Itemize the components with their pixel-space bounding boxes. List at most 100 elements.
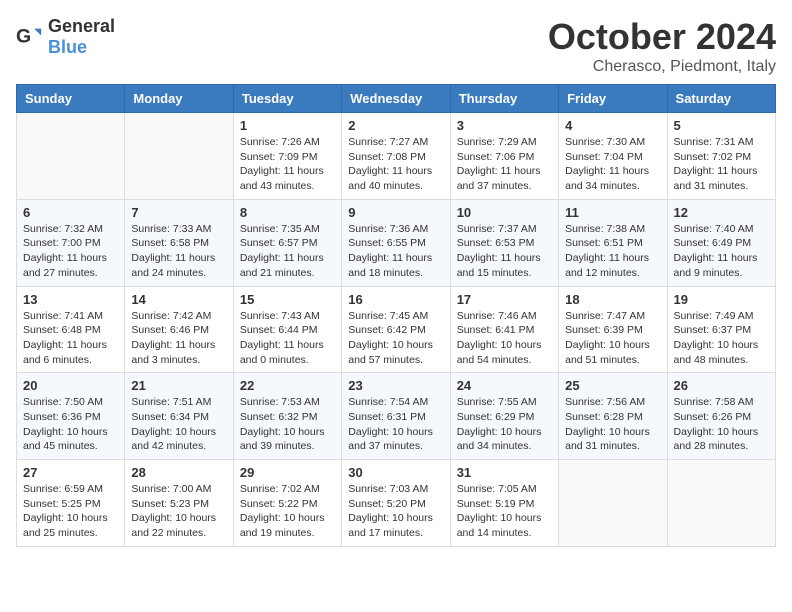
calendar-day-cell: 3 Sunrise: 7:29 AM Sunset: 7:06 PM Daylig… bbox=[450, 113, 558, 200]
day-number: 27 bbox=[23, 465, 118, 480]
calendar-day-cell: 20 Sunrise: 7:50 AM Sunset: 6:36 PM Dayli… bbox=[17, 373, 125, 460]
day-number: 20 bbox=[23, 378, 118, 393]
calendar-day-cell: 2 Sunrise: 7:27 AM Sunset: 7:08 PM Daylig… bbox=[342, 113, 450, 200]
day-info: Sunrise: 7:36 AM Sunset: 6:55 PM Dayligh… bbox=[348, 222, 443, 281]
day-info: Sunrise: 7:31 AM Sunset: 7:02 PM Dayligh… bbox=[674, 135, 769, 194]
day-info: Sunrise: 7:43 AM Sunset: 6:44 PM Dayligh… bbox=[240, 309, 335, 368]
day-number: 29 bbox=[240, 465, 335, 480]
day-number: 15 bbox=[240, 292, 335, 307]
day-info: Sunrise: 7:45 AM Sunset: 6:42 PM Dayligh… bbox=[348, 309, 443, 368]
weekday-header: Sunday bbox=[17, 85, 125, 113]
calendar-day-cell: 7Sunrise: 7:33 AM Sunset: 6:58 PM Daylig… bbox=[125, 199, 233, 286]
day-info: Sunrise: 7:49 AM Sunset: 6:37 PM Dayligh… bbox=[674, 309, 769, 368]
day-info: Sunrise: 7:29 AM Sunset: 7:06 PM Dayligh… bbox=[457, 135, 552, 194]
weekday-header: Saturday bbox=[667, 85, 775, 113]
day-info: Sunrise: 7:00 AM Sunset: 5:23 PM Dayligh… bbox=[131, 482, 226, 541]
calendar-day-cell: 30 Sunrise: 7:03 AM Sunset: 5:20 PM Dayli… bbox=[342, 460, 450, 547]
day-number: 26 bbox=[674, 378, 769, 393]
day-number: 13 bbox=[23, 292, 118, 307]
calendar-day-cell: 27Sunrise: 6:59 AM Sunset: 5:25 PM Dayli… bbox=[17, 460, 125, 547]
svg-text:G: G bbox=[16, 26, 31, 48]
calendar-day-cell bbox=[559, 460, 667, 547]
day-info: Sunrise: 7:32 AM Sunset: 7:00 PM Dayligh… bbox=[23, 222, 118, 281]
calendar-week-row: 20 Sunrise: 7:50 AM Sunset: 6:36 PM Dayli… bbox=[17, 373, 776, 460]
calendar-day-cell: 4Sunrise: 7:30 AM Sunset: 7:04 PM Daylig… bbox=[559, 113, 667, 200]
day-number: 22 bbox=[240, 378, 335, 393]
calendar-week-row: 1 Sunrise: 7:26 AM Sunset: 7:09 PM Daylig… bbox=[17, 113, 776, 200]
page-header: G General Blue October 2024 Cherasco, Pi… bbox=[16, 16, 776, 76]
calendar-day-cell: 28 Sunrise: 7:00 AM Sunset: 5:23 PM Dayli… bbox=[125, 460, 233, 547]
calendar-day-cell: 17 Sunrise: 7:46 AM Sunset: 6:41 PM Dayli… bbox=[450, 286, 558, 373]
calendar-day-cell: 24Sunrise: 7:55 AM Sunset: 6:29 PM Dayli… bbox=[450, 373, 558, 460]
day-number: 11 bbox=[565, 205, 660, 220]
calendar-day-cell: 25 Sunrise: 7:56 AM Sunset: 6:28 PM Dayli… bbox=[559, 373, 667, 460]
calendar-day-cell: 19 Sunrise: 7:49 AM Sunset: 6:37 PM Dayli… bbox=[667, 286, 775, 373]
day-info: Sunrise: 7:51 AM Sunset: 6:34 PM Dayligh… bbox=[131, 395, 226, 454]
day-number: 1 bbox=[240, 118, 335, 133]
title-section: October 2024 Cherasco, Piedmont, Italy bbox=[548, 16, 776, 76]
calendar-day-cell: 6 Sunrise: 7:32 AM Sunset: 7:00 PM Daylig… bbox=[17, 199, 125, 286]
logo-blue: Blue bbox=[48, 37, 87, 57]
day-info: Sunrise: 7:03 AM Sunset: 5:20 PM Dayligh… bbox=[348, 482, 443, 541]
calendar-day-cell: 14Sunrise: 7:42 AM Sunset: 6:46 PM Dayli… bbox=[125, 286, 233, 373]
weekday-header: Monday bbox=[125, 85, 233, 113]
calendar-day-cell: 11 Sunrise: 7:38 AM Sunset: 6:51 PM Dayli… bbox=[559, 199, 667, 286]
calendar-day-cell: 21 Sunrise: 7:51 AM Sunset: 6:34 PM Dayli… bbox=[125, 373, 233, 460]
month-title: October 2024 bbox=[548, 16, 776, 58]
weekday-header: Thursday bbox=[450, 85, 558, 113]
calendar-day-cell: 8 Sunrise: 7:35 AM Sunset: 6:57 PM Daylig… bbox=[233, 199, 341, 286]
calendar-day-cell bbox=[125, 113, 233, 200]
day-number: 19 bbox=[674, 292, 769, 307]
calendar-day-cell: 5 Sunrise: 7:31 AM Sunset: 7:02 PM Daylig… bbox=[667, 113, 775, 200]
day-number: 5 bbox=[674, 118, 769, 133]
day-number: 16 bbox=[348, 292, 443, 307]
day-number: 12 bbox=[674, 205, 769, 220]
day-info: Sunrise: 7:40 AM Sunset: 6:49 PM Dayligh… bbox=[674, 222, 769, 281]
day-number: 3 bbox=[457, 118, 552, 133]
day-number: 9 bbox=[348, 205, 443, 220]
day-info: Sunrise: 7:55 AM Sunset: 6:29 PM Dayligh… bbox=[457, 395, 552, 454]
calendar-day-cell: 1 Sunrise: 7:26 AM Sunset: 7:09 PM Daylig… bbox=[233, 113, 341, 200]
logo-icon: G bbox=[16, 23, 44, 51]
day-number: 2 bbox=[348, 118, 443, 133]
day-number: 4 bbox=[565, 118, 660, 133]
calendar-table: SundayMondayTuesdayWednesdayThursdayFrid… bbox=[16, 84, 776, 547]
day-number: 18 bbox=[565, 292, 660, 307]
day-info: Sunrise: 7:38 AM Sunset: 6:51 PM Dayligh… bbox=[565, 222, 660, 281]
calendar-day-cell: 26 Sunrise: 7:58 AM Sunset: 6:26 PM Dayli… bbox=[667, 373, 775, 460]
calendar-day-cell: 31 Sunrise: 7:05 AM Sunset: 5:19 PM Dayli… bbox=[450, 460, 558, 547]
calendar-day-cell: 29 Sunrise: 7:02 AM Sunset: 5:22 PM Dayli… bbox=[233, 460, 341, 547]
day-info: Sunrise: 7:42 AM Sunset: 6:46 PM Dayligh… bbox=[131, 309, 226, 368]
weekday-header: Tuesday bbox=[233, 85, 341, 113]
day-info: Sunrise: 7:50 AM Sunset: 6:36 PM Dayligh… bbox=[23, 395, 118, 454]
calendar-week-row: 13Sunrise: 7:41 AM Sunset: 6:48 PM Dayli… bbox=[17, 286, 776, 373]
calendar-day-cell bbox=[17, 113, 125, 200]
calendar-day-cell: 9 Sunrise: 7:36 AM Sunset: 6:55 PM Daylig… bbox=[342, 199, 450, 286]
calendar-day-cell: 23Sunrise: 7:54 AM Sunset: 6:31 PM Dayli… bbox=[342, 373, 450, 460]
day-info: Sunrise: 7:26 AM Sunset: 7:09 PM Dayligh… bbox=[240, 135, 335, 194]
day-info: Sunrise: 7:05 AM Sunset: 5:19 PM Dayligh… bbox=[457, 482, 552, 541]
calendar-day-cell: 10Sunrise: 7:37 AM Sunset: 6:53 PM Dayli… bbox=[450, 199, 558, 286]
day-info: Sunrise: 7:27 AM Sunset: 7:08 PM Dayligh… bbox=[348, 135, 443, 194]
day-number: 8 bbox=[240, 205, 335, 220]
day-info: Sunrise: 7:56 AM Sunset: 6:28 PM Dayligh… bbox=[565, 395, 660, 454]
day-number: 21 bbox=[131, 378, 226, 393]
day-info: Sunrise: 7:35 AM Sunset: 6:57 PM Dayligh… bbox=[240, 222, 335, 281]
calendar-day-cell: 18Sunrise: 7:47 AM Sunset: 6:39 PM Dayli… bbox=[559, 286, 667, 373]
calendar-week-row: 27Sunrise: 6:59 AM Sunset: 5:25 PM Dayli… bbox=[17, 460, 776, 547]
day-info: Sunrise: 7:46 AM Sunset: 6:41 PM Dayligh… bbox=[457, 309, 552, 368]
day-number: 30 bbox=[348, 465, 443, 480]
day-number: 17 bbox=[457, 292, 552, 307]
day-info: Sunrise: 7:02 AM Sunset: 5:22 PM Dayligh… bbox=[240, 482, 335, 541]
day-number: 31 bbox=[457, 465, 552, 480]
day-number: 25 bbox=[565, 378, 660, 393]
calendar-day-cell: 12 Sunrise: 7:40 AM Sunset: 6:49 PM Dayli… bbox=[667, 199, 775, 286]
calendar-day-cell bbox=[667, 460, 775, 547]
calendar-week-row: 6 Sunrise: 7:32 AM Sunset: 7:00 PM Daylig… bbox=[17, 199, 776, 286]
weekday-header-row: SundayMondayTuesdayWednesdayThursdayFrid… bbox=[17, 85, 776, 113]
day-number: 28 bbox=[131, 465, 226, 480]
weekday-header: Friday bbox=[559, 85, 667, 113]
day-number: 6 bbox=[23, 205, 118, 220]
day-info: Sunrise: 7:58 AM Sunset: 6:26 PM Dayligh… bbox=[674, 395, 769, 454]
day-number: 10 bbox=[457, 205, 552, 220]
